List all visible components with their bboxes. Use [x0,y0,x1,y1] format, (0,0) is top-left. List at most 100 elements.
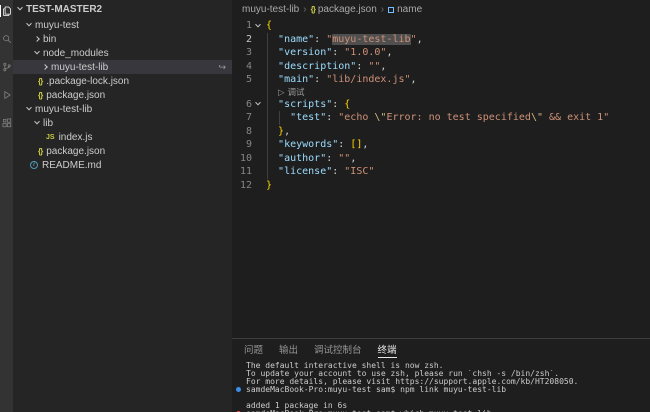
token: , [284,125,291,137]
fold-chevron-icon[interactable] [255,100,261,106]
chevron-down-icon [34,118,40,125]
line-gutter: 11 [232,165,264,179]
code-lens[interactable]: ▷ 调试 [232,87,650,98]
code-line-1[interactable]: 1{ [232,19,650,33]
file-label: muyu-test-lib [51,61,109,73]
tree-item-package-json[interactable]: {} package.json [13,144,232,158]
token: } [266,179,273,191]
fold-chevron-icon[interactable] [255,21,261,28]
file-label: .package-lock.json [46,75,130,87]
code-line-8[interactable]: 8 }, [232,125,650,139]
terminal-line [232,394,650,402]
tree-item-node-modules[interactable]: node_modules [13,46,232,60]
code-line-7[interactable]: 7 "test": "echo \"Error: no test specifi… [232,111,650,125]
token: "lib/index.js" [326,74,411,85]
line-gutter: 10 [232,152,264,166]
code-lens-label: 调试 [287,86,305,97]
breadcrumb-item-package-json[interactable]: {} package.json [311,4,377,15]
code-line-11[interactable]: 11 "license": "ISC" [232,165,650,179]
code-line-2[interactable]: 2 "name": "muyu-test-lib", [232,33,650,47]
line-gutter: 6 [232,98,264,112]
token: "test" [290,112,327,123]
panel-tab-debug-console[interactable]: 调试控制台 [314,339,362,358]
line-gutter: 12 [232,179,264,193]
tree-item-index-js[interactable]: JS index.js [13,130,232,144]
line-number: 10 [239,152,252,164]
line-gutter: 9 [232,138,264,152]
tree-item-readme-md[interactable]: i README.md [13,158,232,172]
breadcrumb-item-name[interactable]: name [388,4,422,15]
panel-tab-output[interactable]: 输出 [279,339,298,358]
panel-tab-terminal[interactable]: 终端 [378,339,397,358]
search-icon[interactable] [0,33,13,45]
fold-column [252,46,264,60]
token: , [380,60,387,72]
code-line-12[interactable]: 12} [232,179,650,193]
line-number: 1 [245,20,252,31]
token: Error: no test specified [386,112,531,123]
js-file-icon: JS [46,133,55,141]
line-number: 12 [239,179,252,191]
play-icon[interactable] [0,89,13,101]
run-icon: ▷ [278,86,285,97]
tree-item-bin[interactable]: bin [13,32,232,46]
breadcrumb-item-muyu-test-lib[interactable]: muyu-test-lib [242,4,299,15]
line-number: 7 [245,112,252,123]
file-label: README.md [42,159,102,171]
workspace-name: TEST-MASTER2 [26,3,103,15]
fold-column [252,152,264,166]
code-line-5[interactable]: 5 "main": "lib/index.js", [232,73,650,87]
workspace-section-header[interactable]: TEST-MASTER2 [13,0,232,18]
file-label: package.json [46,89,106,101]
code-line-6[interactable]: 6 "scripts": { [232,98,650,112]
file-label: muyu-test-lib [35,103,93,115]
token: : [332,47,345,58]
file-tree: muyu-test bin node_modules muyu-test-lib ↪ {}… [13,18,232,172]
terminal-line: To update your account to use zsh, pleas… [232,370,650,378]
token: , [362,139,369,150]
tree-item-muyu-test-lib[interactable]: muyu-test-lib [13,102,232,116]
code-line-3[interactable]: 3 "version": "1.0.0", [232,46,650,60]
tree-item-package-json[interactable]: {} package.json [13,88,232,102]
code-line-4[interactable]: 4 "description": "", [232,60,650,74]
token: "name" [278,33,315,45]
code-text: "version": "1.0.0", [264,46,392,60]
extensions-icon[interactable] [0,117,13,129]
tree-item-lib[interactable]: lib [13,116,232,130]
activity-bar [0,0,13,412]
terminal-line: For more details, please visit https://s… [232,378,650,386]
indent-guide [267,32,268,179]
code-text: "license": "ISC" [264,165,374,179]
fold-column [252,138,264,152]
tree-item-muyu-test[interactable]: muyu-test [13,18,232,32]
code-area[interactable]: 1{2 "name": "muyu-test-lib", 3 "version":… [232,19,650,192]
token: "main" [278,74,315,85]
token: "author" [278,152,327,164]
indent-guide [279,111,280,125]
code-line-9[interactable]: 9 "keywords": [], [232,138,650,152]
file-label: muyu-test [35,19,79,31]
selected-text: muyu-test-lib [332,33,411,45]
file-label: bin [43,33,57,45]
panel-tab-problems[interactable]: 问题 [244,339,263,358]
files-icon[interactable] [0,5,13,17]
tree-item-package-lock-json[interactable]: {} .package-lock.json [13,74,232,88]
code-line-10[interactable]: 10 "author": "", [232,152,650,166]
token: "version" [278,47,333,58]
token: { [344,98,351,110]
code-text: { [264,19,272,33]
breadcrumb-label: package.json [317,4,377,15]
terminal-output[interactable]: The default interactive shell is now zsh… [232,358,650,412]
branch-icon[interactable] [0,61,13,73]
token: : [314,33,327,45]
terminal-line: samdeMacBook-Pro:muyu-test sam$ npm link… [232,386,650,394]
chevron-down-icon [26,104,32,111]
fold-column [252,19,264,33]
token: : [332,166,345,177]
breadcrumb-separator-icon: › [303,4,307,15]
fold-column [252,60,264,74]
tree-item-muyu-test-lib[interactable]: muyu-test-lib ↪ [13,60,232,74]
terminal-text: samdeMacBook-Pro:muyu-test sam$ npm link… [246,386,507,394]
explorer-sidebar: TEST-MASTER2 muyu-test bin node_modules muy… [13,0,232,412]
